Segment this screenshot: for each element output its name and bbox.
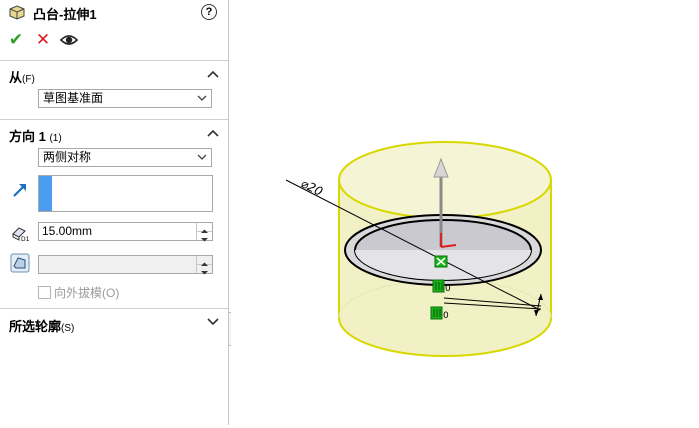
from-select-value: 草图基准面	[43, 91, 104, 105]
section-selected-contours-label: 所选轮廓	[9, 319, 62, 334]
depth-dimension-icon: D1	[12, 227, 30, 242]
section-from-key: (F)	[22, 74, 35, 85]
draft-angle-input[interactable]	[38, 255, 213, 275]
selection-focus-bar	[39, 176, 52, 211]
spin-down-button[interactable]	[197, 232, 212, 242]
model-view[interactable]: ⌀20 0 0	[231, 0, 699, 425]
section-from-label: 从	[9, 70, 23, 85]
chevron-down-icon	[197, 95, 207, 101]
draft-outward-label: 向外拔模(O)	[54, 286, 120, 300]
depth-spinner[interactable]	[196, 223, 212, 242]
collapse-up-icon[interactable]	[207, 70, 219, 78]
diameter-dimension-label[interactable]: ⌀20	[299, 176, 326, 199]
reverse-direction-arrow-icon[interactable]	[10, 180, 30, 200]
section-from-title[interactable]: 从(F)	[9, 67, 35, 86]
cylinder-top-face[interactable]	[338, 141, 552, 219]
preview-eye-icon[interactable]	[59, 30, 79, 50]
draft-outward-checkbox[interactable]	[38, 286, 51, 299]
from-select[interactable]: 草图基准面	[38, 89, 212, 108]
expand-down-icon[interactable]	[207, 318, 219, 326]
panel-title: 凸台-拉伸1	[33, 7, 97, 22]
depth-value: 15.00mm	[42, 224, 93, 238]
chevron-down-icon	[201, 271, 208, 275]
cancel-button[interactable]: ✕	[33, 30, 53, 50]
ok-button[interactable]: ✔	[6, 30, 26, 50]
draft-outward-checkbox-row[interactable]: 向外拔模(O)	[38, 284, 119, 301]
end-condition-value: 两侧对称	[43, 150, 92, 164]
chevron-down-icon	[197, 154, 207, 160]
collapse-up-icon[interactable]	[207, 129, 219, 137]
end-condition-select[interactable]: 两侧对称	[38, 148, 212, 167]
draft-angle-icon[interactable]	[10, 253, 30, 273]
spin-up-button[interactable]	[197, 256, 212, 266]
relation-tag-label: 0	[443, 311, 449, 321]
separator	[0, 119, 228, 120]
section-direction1-title[interactable]: 方向 1 (1)	[9, 126, 62, 145]
separator	[0, 308, 228, 309]
spin-down-button[interactable]	[197, 265, 212, 275]
depth-input[interactable]: 15.00mm	[38, 222, 213, 242]
relation-tag-label: 0	[445, 284, 451, 294]
draft-spinner[interactable]	[196, 256, 212, 275]
property-manager-panel: 凸台-拉伸1 ? ✔ ✕ 从(F) 草图基准面 方向 1 (1) 两侧对称 D1…	[0, 0, 229, 425]
section-direction1-key: (1)	[49, 133, 62, 144]
section-direction1-label: 方向 1	[9, 129, 46, 144]
panel-title-row: 凸台-拉伸1 ?	[0, 0, 229, 24]
extrude-boss-icon	[9, 5, 25, 20]
section-selected-contours-title[interactable]: 所选轮廓(S)	[9, 316, 74, 335]
spin-up-button[interactable]	[197, 223, 212, 233]
chevron-down-icon	[201, 238, 208, 242]
help-icon[interactable]: ?	[201, 4, 217, 20]
separator	[0, 60, 228, 61]
graphics-viewport[interactable]: ⌀20 0 0	[231, 0, 699, 425]
svg-text:D1: D1	[21, 236, 30, 242]
direction-reference-listbox[interactable]	[38, 175, 213, 212]
section-selected-contours-key: (S)	[61, 323, 75, 334]
